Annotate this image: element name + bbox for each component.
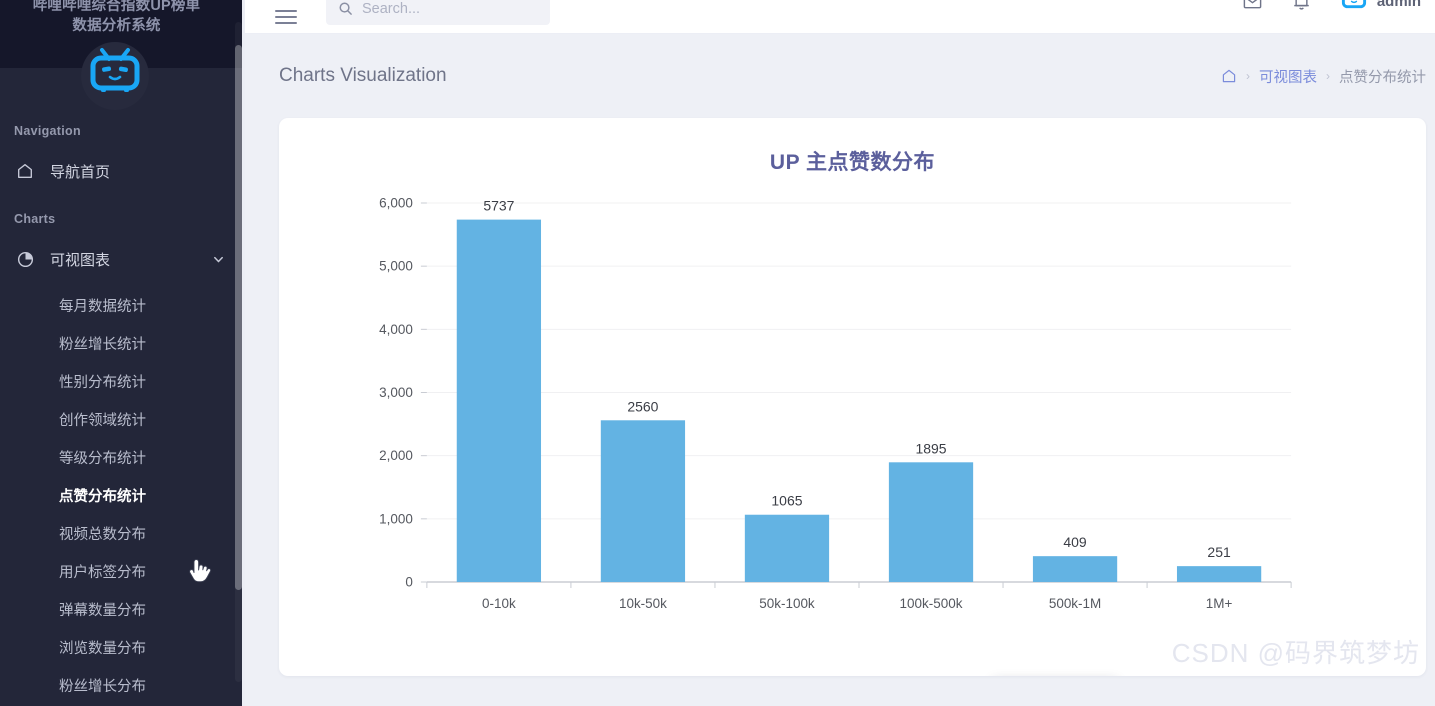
y-axis-label: 4,000 [379,322,413,337]
chart-bar[interactable] [1032,556,1118,582]
sidebar-subitem-label: 弹幕数量分布 [59,602,146,619]
sidebar-subitem-label: 创作领域统计 [59,412,146,429]
topbar: admin [245,0,1435,34]
page-header: Charts Visualization › 可视图表 › 点赞分布统计 [245,34,1435,118]
bar-chart[interactable]: 0 1,000 2,000 3,000 4,000 5,000 6,000 5737 0-10k… [279,118,1426,676]
user-menu[interactable]: admin [1340,0,1421,16]
user-name-label: admin [1376,0,1421,10]
sidebar-subitem-label: 浏览数量分布 [59,640,146,657]
bar-value-label: 1065 [771,493,802,509]
sidebar-subitem-label: 粉丝增长统计 [59,336,146,353]
chart-card: UP 主点赞数分布 0 1,000 2,000 3,000 4,000 5,000 6,00… [279,118,1426,676]
sidebar-subitem-danmaku-count-dist[interactable]: 弹幕数量分布 [0,590,245,628]
search-icon [338,1,353,16]
breadcrumb-current: 点赞分布统计 [1339,69,1426,86]
sidebar-subitem-gender-dist-stats[interactable]: 性别分布统计 [0,362,245,400]
sidebar-subitem-monthly-stats[interactable]: 每月数据统计 [0,286,245,324]
bilibili-tv-icon [90,48,140,92]
breadcrumb-separator: › [1326,69,1330,83]
sidebar-item-home[interactable]: 导航首页 [0,150,245,192]
home-icon[interactable] [1221,68,1237,84]
search-box[interactable] [326,0,550,25]
sidebar-item-charts-label: 可视图表 [50,251,111,269]
search-input[interactable] [362,0,538,17]
x-axis-label: 0-10k [482,596,516,611]
pie-chart-icon [14,248,36,270]
chart-bar[interactable] [888,462,974,582]
x-axis-label: 50k-100k [759,596,815,611]
sidebar-subitem-level-dist-stats[interactable]: 等级分布统计 [0,438,245,476]
x-axis-label: 100k-500k [900,596,963,611]
topbar-actions: admin [1242,0,1421,16]
sidebar-subitem-video-total-dist[interactable]: 视频总数分布 [0,514,245,552]
sidebar-subitem-label: 用户标签分布 [59,564,146,581]
sidebar-subitem-label: 粉丝增长分布 [59,678,146,695]
app-root: 哔哩哔哩综合指数UP榜单 数据分析系统 Navigation 导航首页 Char… [0,0,1435,706]
sidebar-subitem-label: 性别分布统计 [59,374,146,391]
chart-bar[interactable] [744,514,830,582]
home-icon [14,160,36,182]
bar-value-label: 409 [1063,534,1087,550]
sidebar: 哔哩哔哩综合指数UP榜单 数据分析系统 Navigation 导航首页 Char… [0,0,245,706]
sidebar-item-charts[interactable]: 可视图表 [0,238,245,280]
breadcrumb-link-charts[interactable]: 可视图表 [1259,66,1317,87]
sidebar-subitem-label: 每月数据统计 [59,298,146,315]
watermark-text: CSDN @码界筑梦坊 [1171,638,1420,668]
breadcrumb-separator: › [1246,69,1250,83]
bar-value-label: 251 [1207,544,1231,560]
sidebar-subitem-label: 等级分布统计 [59,450,146,467]
sidebar-section-charts: Charts [14,212,56,226]
sidebar-subitem-creation-field-stats[interactable]: 创作领域统计 [0,400,245,438]
sidebar-section-navigation: Navigation [14,124,81,138]
sidebar-subitem-label: 视频总数分布 [59,526,146,543]
mail-icon[interactable] [1242,0,1263,12]
page-title: Charts Visualization [279,65,447,86]
y-axis-label: 3,000 [379,385,413,400]
bell-icon[interactable] [1291,0,1312,12]
breadcrumb: › 可视图表 › 点赞分布统计 [1221,66,1426,87]
x-axis-label: 1M+ [1206,596,1233,611]
chart-bar[interactable] [456,219,542,582]
sidebar-subitem-user-tag-dist[interactable]: 用户标签分布 [0,552,245,590]
y-axis-label: 2,000 [379,448,413,463]
bar-value-label: 1895 [915,440,946,456]
bar-value-label: 5737 [483,198,514,214]
sidebar-subitem-fans-growth-dist[interactable]: 粉丝增长分布 [0,666,245,704]
chart-bar[interactable] [600,420,686,582]
y-axis-label: 1,000 [379,511,413,526]
sidebar-brand-title: 哔哩哔哩综合指数UP榜单 数据分析系统 [32,0,201,34]
main-content: admin Charts Visualization › 可视图表 › 点赞分布… [245,0,1435,706]
sidebar-item-home-label: 导航首页 [50,163,111,181]
x-axis-label: 10k-50k [619,596,667,611]
sidebar-subitem-views-count-dist[interactable]: 浏览数量分布 [0,628,245,666]
chevron-down-icon[interactable] [212,253,225,266]
hamburger-menu-icon[interactable] [275,9,297,24]
chart-bar[interactable] [1176,566,1262,582]
sidebar-subitem-fans-growth-stats[interactable]: 粉丝增长统计 [0,324,245,362]
x-axis-label: 500k-1M [1049,596,1101,611]
y-axis-label: 0 [405,574,412,589]
bar-value-label: 2560 [627,398,658,414]
sidebar-scrollbar-thumb[interactable] [235,45,242,590]
bilibili-tv-avatar-icon [1340,0,1368,16]
y-axis-label: 5,000 [379,259,413,274]
y-axis-label: 6,000 [379,195,413,210]
sidebar-subitem-likes-dist-stats[interactable]: 点赞分布统计 [0,476,245,514]
sidebar-subitem-label: 点赞分布统计 [59,488,146,505]
